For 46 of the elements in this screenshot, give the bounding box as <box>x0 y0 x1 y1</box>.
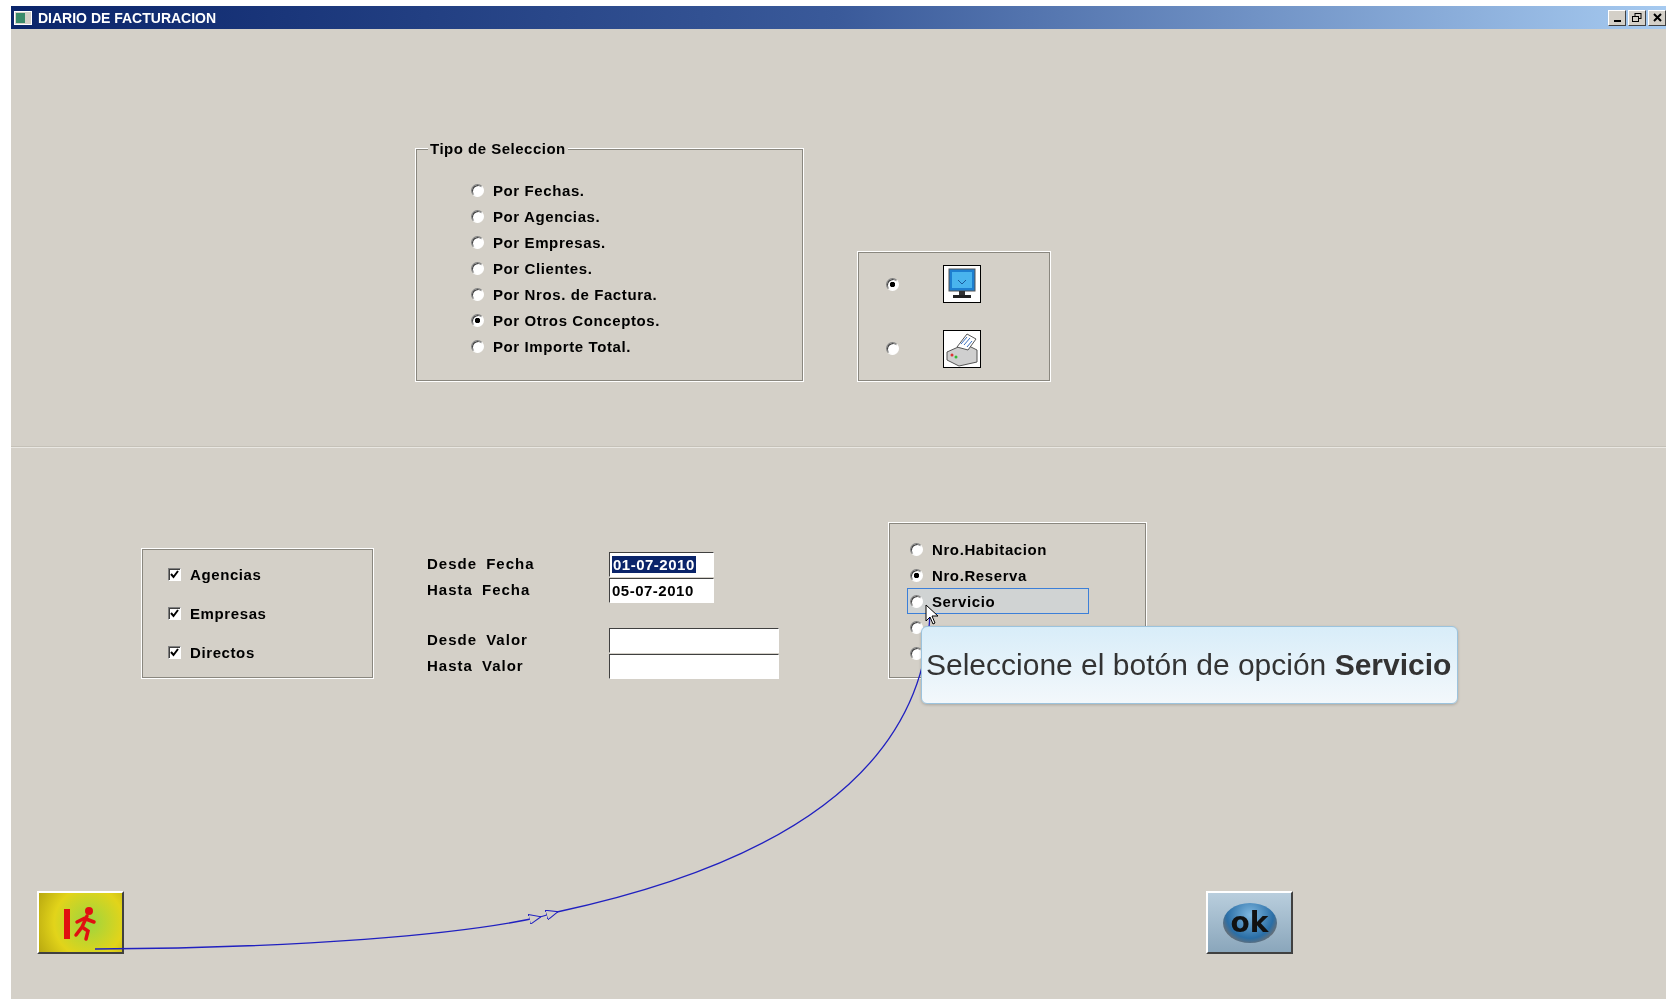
minimize-icon <box>1613 19 1621 22</box>
option-label: Por Clientes. <box>493 259 593 277</box>
field-label: Desde Fecha <box>427 554 536 574</box>
option-label: Por Empresas. <box>493 233 606 251</box>
checkbox-label: Directos <box>190 644 255 661</box>
date-field[interactable]: 05-07-2010 <box>609 577 714 603</box>
close-icon <box>1652 13 1662 22</box>
option-label: Nro.Habitacion <box>932 540 1048 558</box>
checkbox-label: Agencias <box>190 566 262 583</box>
field-label: Hasta Fecha <box>427 580 532 600</box>
option-label: Por Otros Conceptos. <box>493 311 661 329</box>
date-field[interactable]: 01-07-2010 <box>609 551 714 577</box>
focused-option[interactable]: Servicio <box>907 588 1089 614</box>
option-label: Por Fechas. <box>493 181 585 199</box>
radio-button[interactable] <box>886 342 899 356</box>
exit-button[interactable] <box>37 891 124 954</box>
option-label: Por Nros. de Factura. <box>493 285 658 303</box>
field-label: Hasta Valor <box>427 656 525 676</box>
tooltip: Seleccione el botón de opción Servicio <box>921 626 1458 704</box>
restore-button[interactable] <box>1628 9 1646 26</box>
window-icon <box>14 10 32 25</box>
option-label: Por Agencias. <box>493 207 601 225</box>
monitor-icon <box>943 265 981 304</box>
radio-button[interactable] <box>471 287 484 301</box>
radio-button[interactable] <box>471 339 484 353</box>
panel-legend: Tipo de Seleccion <box>428 140 568 158</box>
amount-field[interactable] <box>609 627 779 653</box>
checkbox[interactable] <box>168 646 181 659</box>
minimize-button[interactable] <box>1608 9 1626 26</box>
radio-button[interactable] <box>886 277 899 291</box>
amount-field[interactable] <box>609 653 779 679</box>
option-label: Por Importe Total. <box>493 337 632 355</box>
option-label: Servicio <box>932 592 996 610</box>
checkbox[interactable] <box>168 607 181 620</box>
checkbox-label: Empresas <box>190 605 267 622</box>
close-button[interactable] <box>1648 9 1666 26</box>
radio-button[interactable] <box>910 594 923 608</box>
checkbox[interactable] <box>168 568 181 581</box>
radio-button[interactable] <box>910 620 923 634</box>
radio-button[interactable] <box>910 542 923 556</box>
ok-button[interactable]: ok <box>1206 891 1293 954</box>
window-title: DIARIO DE FACTURACION <box>38 9 218 26</box>
printer-icon <box>943 329 981 368</box>
option-label: Nro.Reserva <box>932 566 1027 584</box>
restore-icon <box>1632 12 1642 23</box>
field-label: Desde Valor <box>427 630 529 650</box>
